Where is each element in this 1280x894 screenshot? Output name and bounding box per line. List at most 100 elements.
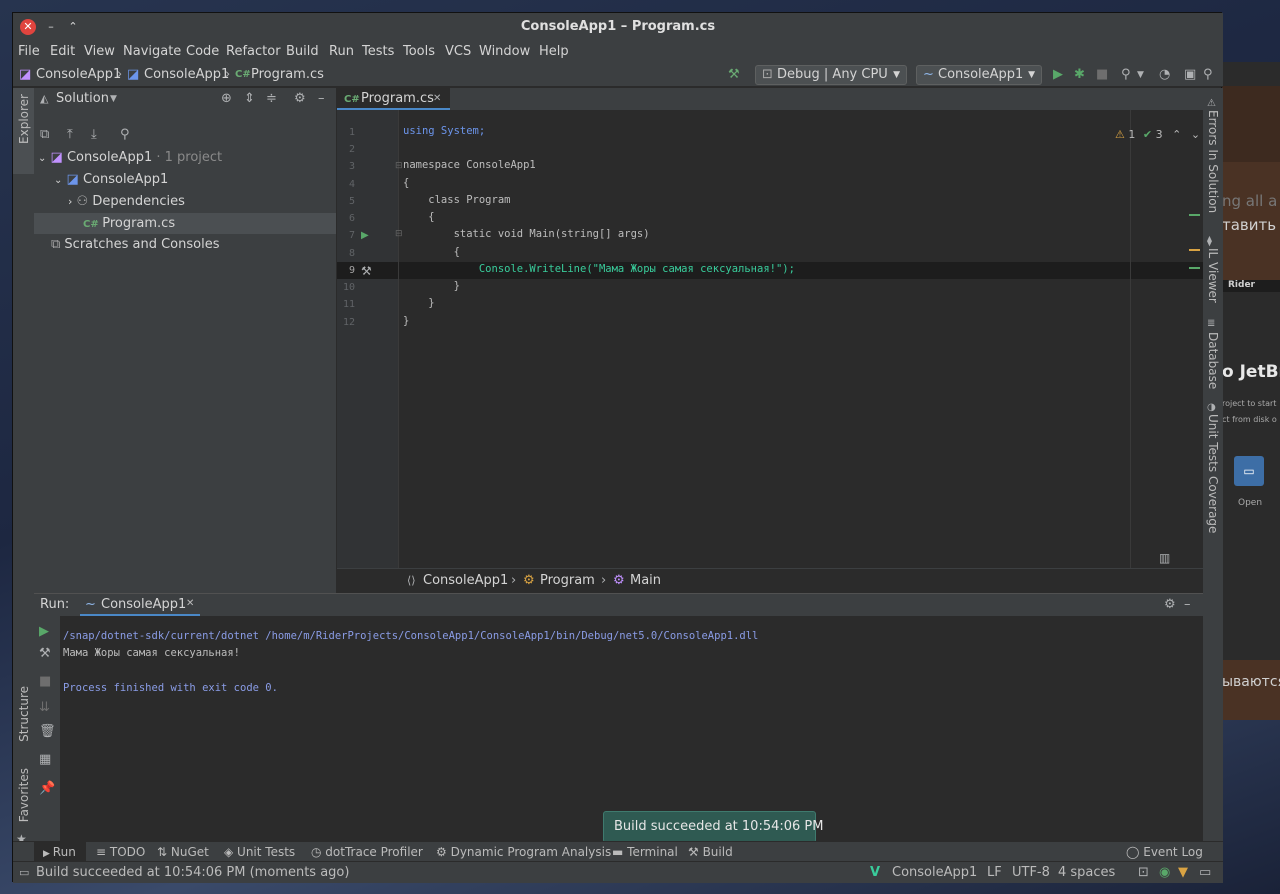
tab-errors-in-solution[interactable]: Errors In Solution — [1206, 110, 1220, 213]
menu-navigate[interactable]: Navigate — [123, 44, 181, 59]
status-encoding[interactable]: UTF-8 — [1012, 865, 1050, 880]
fold-icon[interactable]: ⊟ — [395, 158, 403, 174]
code-line-9[interactable]: Console.WriteLine("Мама Жоры самая сексу… — [403, 263, 795, 275]
code-line-6[interactable]: { — [403, 211, 434, 223]
menu-window[interactable]: Window — [479, 44, 530, 59]
code-line-3[interactable]: namespace ConsoleApp1 — [403, 159, 536, 171]
filter-warning-icon[interactable]: ▼ — [1178, 865, 1188, 881]
gear-icon[interactable]: ⚙ — [294, 91, 306, 107]
debug-bug-icon[interactable]: ✱ — [1074, 67, 1085, 83]
tree-item-dependencies[interactable]: › ⚇ Dependencies — [68, 194, 185, 209]
menu-view[interactable]: View — [84, 44, 115, 59]
editor-tab-program-cs[interactable]: C# Program.cs ✕ — [337, 88, 450, 110]
tab-explorer[interactable]: Explorer — [17, 94, 31, 144]
inspection-ok-icon[interactable]: ◉ — [1159, 865, 1170, 881]
tool-unit-tests[interactable]: ◈ Unit Tests — [224, 845, 295, 859]
rerun-icon[interactable]: ▶ — [39, 624, 49, 640]
tool-event-log[interactable]: ◯ Event Log — [1126, 845, 1203, 859]
tool-dpa[interactable]: ⚙ Dynamic Program Analysis — [436, 845, 611, 859]
nav-crumb-solution[interactable]: ConsoleApp1 — [36, 67, 121, 82]
code-line-4[interactable]: { — [403, 177, 409, 189]
code-line-1[interactable]: using System; — [403, 125, 485, 137]
menu-tests[interactable]: Tests — [362, 44, 394, 59]
tool-terminal[interactable]: ▬ Terminal — [612, 845, 678, 859]
chevron-down-icon[interactable]: ▼ — [110, 91, 117, 107]
stop-icon[interactable]: ■ — [1096, 67, 1108, 83]
quick-fix-hammer-icon[interactable]: ⚒ — [361, 263, 372, 279]
profiler-icon[interactable]: ◔ — [1159, 67, 1170, 83]
status-line-separator[interactable]: LF — [987, 865, 1002, 880]
menu-run[interactable]: Run — [329, 44, 354, 59]
build-success-toast[interactable]: Build succeeded at 10:54:06 PM — [603, 811, 823, 843]
hide-panel-icon[interactable]: – — [1184, 597, 1191, 613]
editor-crumb-method[interactable]: Main — [630, 573, 661, 588]
run-icon[interactable]: ▶ — [1053, 67, 1063, 83]
lock-icon[interactable]: ⊡ — [1138, 865, 1149, 881]
tab-unit-tests-coverage[interactable]: Unit Tests Coverage — [1206, 414, 1220, 533]
menu-code[interactable]: Code — [186, 44, 219, 59]
solution-header-label[interactable]: Solution — [56, 91, 109, 106]
menu-tools[interactable]: Tools — [403, 44, 435, 59]
nav-crumb-file[interactable]: Program.cs — [251, 67, 324, 82]
pin-icon[interactable]: 📌 — [39, 781, 55, 797]
filter-down-icon[interactable]: ⤓ — [91, 127, 97, 143]
tree-item-scratches[interactable]: ⧉ Scratches and Consoles — [51, 237, 220, 252]
tree-item-program-cs[interactable]: C# Program.cs — [83, 216, 175, 231]
status-message[interactable]: Build succeeded at 10:54:06 PM (moments … — [36, 865, 349, 880]
tool-dottrace[interactable]: ◷ dotTrace Profiler — [311, 845, 423, 859]
attach-icon[interactable]: ⚲ — [1121, 67, 1131, 83]
editor-crumb-namespace[interactable]: ConsoleApp1 — [423, 573, 508, 588]
status-indent[interactable]: 4 spaces — [1058, 865, 1115, 880]
tab-favorites[interactable]: Favorites — [17, 768, 31, 822]
trash-icon[interactable]: 🗑 — [39, 724, 56, 740]
menu-build[interactable]: Build — [286, 44, 319, 59]
run-gutter-icon[interactable]: ▶ — [361, 228, 369, 244]
tool-build[interactable]: ⚒ Build — [688, 845, 733, 859]
inspection-widget[interactable]: ⚠ 1 ✔ 3 ⌃ ⌄ — [1115, 128, 1200, 141]
scroll-to-end-icon[interactable]: ⇊ — [39, 700, 50, 716]
layout-icon[interactable]: ▣ — [1184, 67, 1196, 83]
filter-up-icon[interactable]: ⤒ — [67, 127, 73, 143]
code-line-5[interactable]: class Program — [403, 194, 510, 206]
build-hammer-icon[interactable]: ⚒ — [728, 67, 740, 83]
close-tab-icon[interactable]: ✕ — [186, 598, 194, 609]
tab-structure[interactable]: Structure — [17, 686, 31, 742]
status-project[interactable]: ConsoleApp1 — [892, 865, 977, 880]
stop-icon[interactable]: ■ — [39, 674, 51, 690]
tool-todo[interactable]: ≡ TODO — [96, 845, 145, 859]
tab-il-viewer[interactable]: IL Viewer — [1206, 248, 1220, 303]
search-icon[interactable]: ⚲ — [1203, 67, 1213, 83]
code-line-10[interactable]: } — [403, 280, 460, 292]
chevron-down-icon[interactable]: ▼ — [1137, 67, 1144, 83]
code-line-7[interactable]: static void Main(string[] args) — [403, 228, 650, 240]
expand-all-icon[interactable]: ⇕ — [244, 91, 255, 107]
code-line-11[interactable]: } — [403, 297, 434, 309]
tree-item-solution[interactable]: ⌄ ◪ ConsoleApp1 · 1 project — [38, 150, 222, 165]
memory-indicator-icon[interactable]: ▭ — [1199, 865, 1211, 881]
run-tab[interactable]: ~ ConsoleApp1 ✕ — [80, 594, 200, 616]
wrench-icon[interactable]: ⚒ — [39, 646, 51, 662]
layout-icon[interactable]: ▦ — [39, 752, 51, 768]
search-icon[interactable]: ⚲ — [120, 127, 130, 143]
tab-database[interactable]: Database — [1206, 332, 1220, 389]
menu-refactor[interactable]: Refactor — [226, 44, 281, 59]
nav-crumb-project[interactable]: ConsoleApp1 — [144, 67, 229, 82]
gear-icon[interactable]: ⚙ — [1164, 597, 1176, 613]
menu-help[interactable]: Help — [539, 44, 569, 59]
editor-crumb-class[interactable]: Program — [540, 573, 595, 588]
hide-panel-icon[interactable]: – — [318, 91, 325, 107]
tree-item-project[interactable]: ⌄ ◪ ConsoleApp1 — [54, 172, 168, 187]
tool-run[interactable]: ▶ Run — [43, 845, 76, 859]
collapse-all-icon[interactable]: ≑ — [266, 91, 277, 107]
show-files-icon[interactable]: ⧉ — [40, 127, 49, 143]
tool-nuget[interactable]: ⇅ NuGet — [157, 845, 209, 859]
run-config-dropdown[interactable]: ~ ConsoleApp1 ▼ — [916, 65, 1042, 85]
fold-icon[interactable]: ⊟ — [395, 226, 403, 242]
build-config-dropdown[interactable]: ⊡ Debug | Any CPU ▼ — [755, 65, 907, 85]
code-line-12[interactable]: } — [403, 315, 409, 327]
code-line-8[interactable]: { — [403, 246, 460, 258]
menu-file[interactable]: File — [18, 44, 40, 59]
reader-mode-icon[interactable]: ▥ — [1159, 550, 1170, 566]
close-tab-icon[interactable]: ✕ — [433, 91, 441, 107]
menu-edit[interactable]: Edit — [50, 44, 75, 59]
